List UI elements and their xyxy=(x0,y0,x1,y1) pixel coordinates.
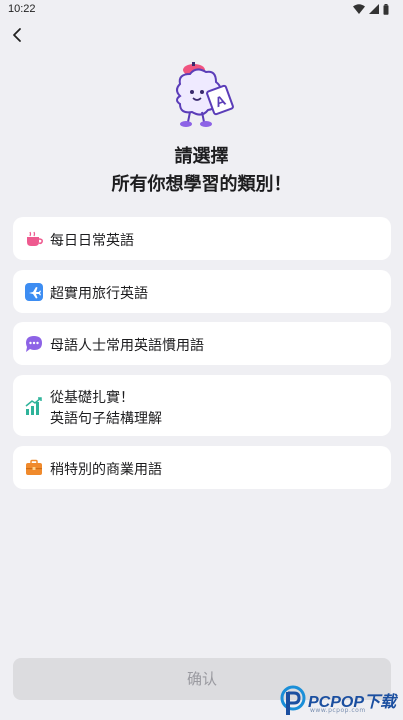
category-business-terms[interactable]: 稍特別的商業用語 xyxy=(13,446,391,489)
category-label: 每日日常英語 xyxy=(50,233,134,249)
airplane-icon xyxy=(25,283,43,301)
wifi-icon xyxy=(353,4,365,14)
coffee-cup-icon xyxy=(27,231,43,246)
page-title-line1: 請選擇 xyxy=(174,146,229,167)
watermark-url: www.pcpop.com xyxy=(310,707,366,714)
watermark: PCPOP下载 www.pcpop.com xyxy=(278,683,403,720)
briefcase-icon xyxy=(26,459,42,475)
category-label-line1: 從基礎扎實！ xyxy=(50,390,134,406)
category-native-idioms[interactable]: 母語人士常用英語慣用語 xyxy=(13,322,391,365)
category-daily-english[interactable]: 每日日常英語 xyxy=(13,217,391,260)
status-bar: 10:22 xyxy=(0,0,403,18)
chat-bubble-icon xyxy=(26,336,42,352)
mascot-illustration: A xyxy=(176,62,234,127)
chevron-left-icon xyxy=(13,28,21,42)
pcpop-logo-icon xyxy=(280,685,306,715)
status-time: 10:22 xyxy=(8,3,36,15)
signal-icon xyxy=(369,4,379,14)
page-title-line2: 所有你想學習的類別！ xyxy=(111,174,292,195)
category-label-line2: 英語句子結構理解 xyxy=(50,411,162,427)
growth-chart-icon xyxy=(25,397,42,415)
category-label: 稍特別的商業用語 xyxy=(50,462,162,478)
back-button[interactable] xyxy=(6,24,28,46)
category-label: 母語人士常用英語慣用語 xyxy=(50,338,204,354)
category-sentence-structure[interactable]: 從基礎扎實！ 英語句子結構理解 xyxy=(13,375,391,436)
battery-icon xyxy=(383,3,389,15)
category-travel-english[interactable]: 超實用旅行英語 xyxy=(13,270,391,313)
status-icons xyxy=(353,3,389,15)
category-label: 超實用旅行英語 xyxy=(50,286,148,302)
